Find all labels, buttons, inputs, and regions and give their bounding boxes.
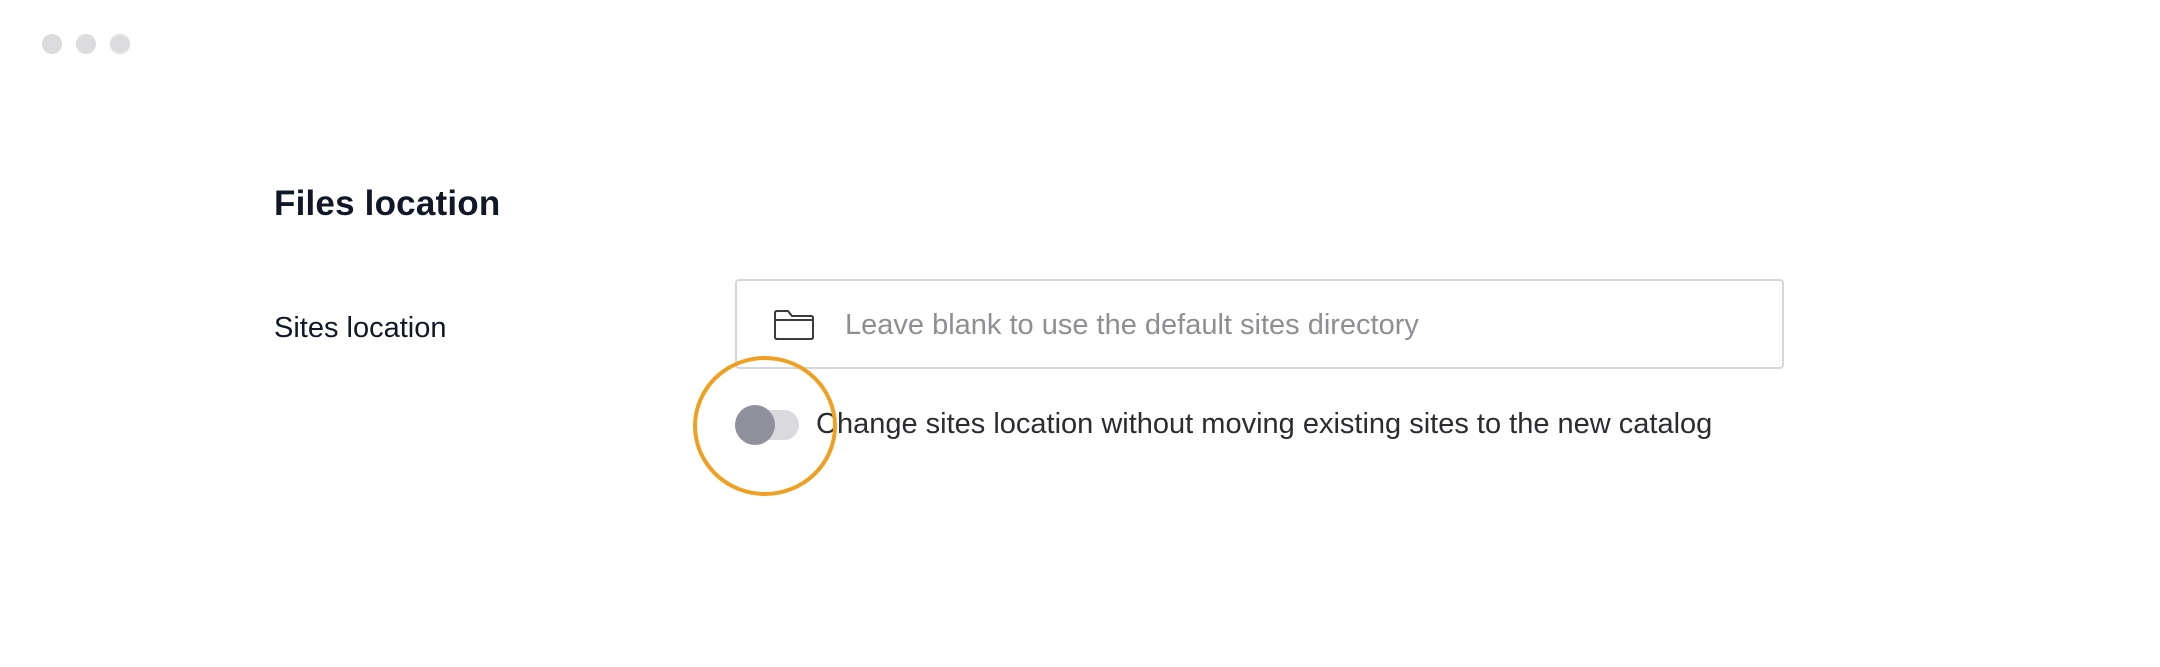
- sites-location-placeholder: Leave blank to use the default sites dir…: [845, 309, 1419, 341]
- window-minimize-dot[interactable]: [76, 34, 96, 54]
- window-close-dot[interactable]: [42, 34, 62, 54]
- sites-location-label: Sites location: [274, 312, 447, 344]
- section-title: Files location: [274, 184, 501, 223]
- move-sites-toggle-label[interactable]: Change sites location without moving exi…: [816, 408, 1712, 441]
- window-zoom-dot[interactable]: [110, 34, 130, 54]
- window-controls: [42, 34, 130, 54]
- folder-icon[interactable]: [773, 309, 815, 341]
- toggle-knob: [735, 405, 775, 445]
- sites-location-input[interactable]: Leave blank to use the default sites dir…: [735, 279, 1784, 369]
- move-sites-toggle[interactable]: [735, 405, 799, 445]
